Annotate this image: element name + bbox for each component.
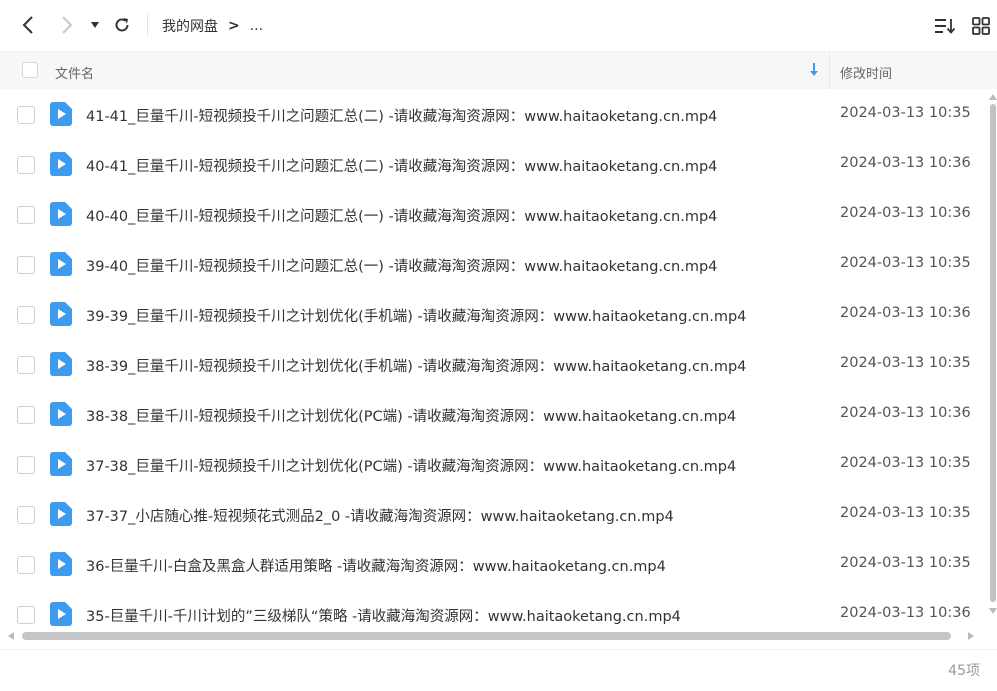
- horizontal-scrollbar[interactable]: [6, 630, 981, 642]
- chevron-left-icon: [22, 16, 33, 34]
- back-button[interactable]: [15, 12, 41, 38]
- scroll-left-arrow-icon[interactable]: [8, 632, 14, 640]
- footer-divider: [0, 649, 997, 650]
- file-modified-time: 2024-03-13 10:35: [840, 255, 971, 271]
- row-checkbox[interactable]: [17, 556, 35, 574]
- video-file-icon: [50, 152, 72, 176]
- file-name[interactable]: 35-巨量千川-千川计划的”三级梯队“策略 -请收藏海淘资源网：www.hait…: [86, 605, 681, 626]
- video-file-icon: [50, 352, 72, 376]
- row-checkbox[interactable]: [17, 206, 35, 224]
- video-file-icon: [50, 302, 72, 326]
- file-name[interactable]: 41-41_巨量千川-短视频投千川之问题汇总(二) -请收藏海淘资源网：www.…: [86, 105, 717, 126]
- chevron-right-icon: [62, 16, 73, 34]
- file-name[interactable]: 37-37_小店随心推-短视频花式测品2_0 -请收藏海淘资源网：www.hai…: [86, 505, 674, 526]
- scroll-right-arrow-icon[interactable]: [968, 632, 974, 640]
- file-modified-time: 2024-03-13 10:35: [840, 105, 971, 121]
- sort-list-icon: [935, 19, 956, 34]
- grid-icon: [972, 17, 990, 35]
- file-row[interactable]: 35-巨量千川-千川计划的”三级梯队“策略 -请收藏海淘资源网：www.hait…: [0, 590, 988, 630]
- column-divider[interactable]: [829, 52, 830, 89]
- file-row[interactable]: 38-39_巨量千川-短视频投千川之计划优化(手机端) -请收藏海淘资源网：ww…: [0, 340, 988, 390]
- video-file-icon: [50, 202, 72, 226]
- file-row[interactable]: 38-38_巨量千川-短视频投千川之计划优化(PC端) -请收藏海淘资源网：ww…: [0, 390, 988, 440]
- file-row[interactable]: 41-41_巨量千川-短视频投千川之问题汇总(二) -请收藏海淘资源网：www.…: [0, 90, 988, 140]
- file-row[interactable]: 36-巨量千川-白盒及黑盒人群适用策略 -请收藏海淘资源网：www.haitao…: [0, 540, 988, 590]
- column-header-name[interactable]: 文件名: [55, 63, 94, 82]
- breadcrumb-more[interactable]: ...: [250, 18, 263, 34]
- row-checkbox[interactable]: [17, 106, 35, 124]
- row-checkbox[interactable]: [17, 306, 35, 324]
- toolbar: 我的网盘 > ...: [0, 0, 997, 51]
- row-checkbox[interactable]: [17, 156, 35, 174]
- file-modified-time: 2024-03-13 10:36: [840, 605, 971, 621]
- sort-button[interactable]: [933, 14, 957, 38]
- file-modified-time: 2024-03-13 10:36: [840, 205, 971, 221]
- file-name[interactable]: 38-39_巨量千川-短视频投千川之计划优化(手机端) -请收藏海淘资源网：ww…: [86, 355, 746, 376]
- file-name[interactable]: 38-38_巨量千川-短视频投千川之计划优化(PC端) -请收藏海淘资源网：ww…: [86, 405, 736, 426]
- file-row[interactable]: 40-41_巨量千川-短视频投千川之问题汇总(二) -请收藏海淘资源网：www.…: [0, 140, 988, 190]
- history-dropdown-button[interactable]: [84, 12, 106, 38]
- sort-arrow-down-icon[interactable]: [808, 62, 820, 78]
- vertical-scrollbar[interactable]: [988, 92, 997, 622]
- file-modified-time: 2024-03-13 10:35: [840, 455, 971, 471]
- video-file-icon: [50, 502, 72, 526]
- file-modified-time: 2024-03-13 10:35: [840, 355, 971, 371]
- file-name[interactable]: 40-41_巨量千川-短视频投千川之问题汇总(二) -请收藏海淘资源网：www.…: [86, 155, 717, 176]
- refresh-button[interactable]: [109, 12, 135, 38]
- column-header-modified[interactable]: 修改时间: [840, 63, 892, 82]
- breadcrumb-separator: >: [228, 18, 240, 34]
- row-checkbox[interactable]: [17, 356, 35, 374]
- breadcrumb-root[interactable]: 我的网盘: [162, 16, 218, 36]
- caret-down-icon: [91, 22, 99, 28]
- file-modified-time: 2024-03-13 10:35: [840, 505, 971, 521]
- file-modified-time: 2024-03-13 10:36: [840, 155, 971, 171]
- video-file-icon: [50, 452, 72, 476]
- row-checkbox[interactable]: [17, 406, 35, 424]
- video-file-icon: [50, 552, 72, 576]
- row-checkbox[interactable]: [17, 606, 35, 624]
- list-header: 文件名 修改时间: [0, 51, 997, 89]
- file-name[interactable]: 36-巨量千川-白盒及黑盒人群适用策略 -请收藏海淘资源网：www.haitao…: [86, 555, 666, 576]
- breadcrumb: 我的网盘 > ...: [162, 15, 263, 37]
- row-checkbox[interactable]: [17, 506, 35, 524]
- horizontal-scrollbar-thumb[interactable]: [22, 632, 951, 640]
- file-list: 41-41_巨量千川-短视频投千川之问题汇总(二) -请收藏海淘资源网：www.…: [0, 90, 997, 630]
- item-count: 45项: [948, 663, 980, 679]
- video-file-icon: [50, 252, 72, 276]
- file-row[interactable]: 39-40_巨量千川-短视频投千川之问题汇总(一) -请收藏海淘资源网：www.…: [0, 240, 988, 290]
- file-row[interactable]: 40-40_巨量千川-短视频投千川之问题汇总(一) -请收藏海淘资源网：www.…: [0, 190, 988, 240]
- file-row[interactable]: 37-37_小店随心推-短视频花式测品2_0 -请收藏海淘资源网：www.hai…: [0, 490, 988, 540]
- forward-button[interactable]: [54, 12, 80, 38]
- file-row[interactable]: 39-39_巨量千川-短视频投千川之计划优化(手机端) -请收藏海淘资源网：ww…: [0, 290, 988, 340]
- vertical-scrollbar-thumb[interactable]: [990, 104, 996, 602]
- file-name[interactable]: 39-39_巨量千川-短视频投千川之计划优化(手机端) -请收藏海淘资源网：ww…: [86, 305, 746, 326]
- video-file-icon: [50, 402, 72, 426]
- file-row[interactable]: 37-38_巨量千川-短视频投千川之计划优化(PC端) -请收藏海淘资源网：ww…: [0, 440, 988, 490]
- scroll-down-arrow-icon[interactable]: [989, 608, 997, 614]
- file-modified-time: 2024-03-13 10:36: [840, 405, 971, 421]
- file-name[interactable]: 39-40_巨量千川-短视频投千川之问题汇总(一) -请收藏海淘资源网：www.…: [86, 255, 717, 276]
- toolbar-divider: [147, 14, 148, 36]
- video-file-icon: [50, 602, 72, 626]
- scroll-up-arrow-icon[interactable]: [989, 94, 997, 100]
- select-all-checkbox[interactable]: [22, 62, 38, 78]
- row-checkbox[interactable]: [17, 456, 35, 474]
- row-checkbox[interactable]: [17, 256, 35, 274]
- refresh-icon: [115, 18, 129, 32]
- video-file-icon: [50, 102, 72, 126]
- file-name[interactable]: 37-38_巨量千川-短视频投千川之计划优化(PC端) -请收藏海淘资源网：ww…: [86, 455, 736, 476]
- file-modified-time: 2024-03-13 10:36: [840, 305, 971, 321]
- grid-view-button[interactable]: [969, 14, 993, 38]
- file-name[interactable]: 40-40_巨量千川-短视频投千川之问题汇总(一) -请收藏海淘资源网：www.…: [86, 205, 717, 226]
- file-modified-time: 2024-03-13 10:35: [840, 555, 971, 571]
